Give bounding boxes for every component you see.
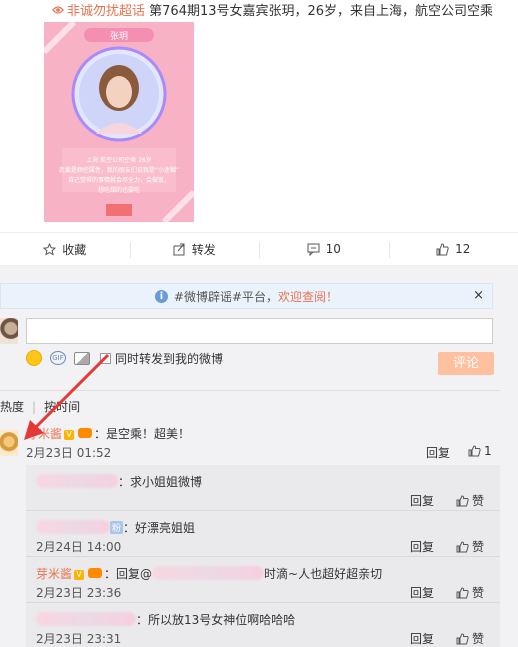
weibo-post-screen: 非诚勿扰超话 第764期13号女嘉宾张玥，26岁，来自上海，航空公司空乘 张玥 … bbox=[0, 0, 518, 647]
annotation-arrow-icon bbox=[24, 353, 110, 440]
